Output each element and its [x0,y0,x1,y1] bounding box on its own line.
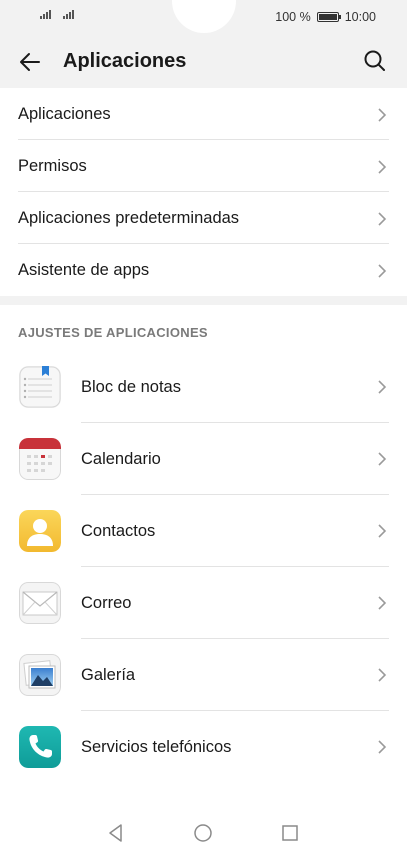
chevron-right-icon [378,740,387,754]
chevron-right-icon [378,108,387,122]
app-item-label: Bloc de notas [81,378,181,396]
signal-icon [40,10,51,19]
app-item-phone-services[interactable]: Servicios telefónicos [0,711,407,783]
main-menu-card: Aplicaciones Permisos Aplicaciones prede… [0,88,407,296]
notepad-icon [19,366,61,408]
app-item-label: Servicios telefónicos [81,738,232,756]
back-button[interactable] [17,49,43,75]
camera-notch [172,0,236,33]
app-item-label: Calendario [81,450,161,468]
nav-home-icon [194,824,212,842]
chevron-right-icon [378,452,387,466]
nav-back-icon [109,824,122,842]
menu-item-default-apps[interactable]: Aplicaciones predeterminadas [0,192,407,244]
app-item-gallery[interactable]: Galería [0,639,407,711]
app-item-contacts[interactable]: Contactos [0,495,407,567]
section-header: AJUSTES DE APLICACIONES [18,325,208,340]
app-settings-card: AJUSTES DE APLICACIONES Bloc de notas Ca… [0,305,407,798]
mail-icon [19,582,61,624]
menu-item-label: Asistente de apps [18,261,150,279]
battery-fill [318,14,337,20]
chevron-right-icon [378,596,387,610]
navigation-bar [0,798,407,860]
arrow-left-icon [20,53,40,71]
status-time: 10:00 [344,10,376,24]
nav-recents-button[interactable] [280,823,300,843]
status-bar: 100 % 10:00 [0,0,407,34]
app-item-mail[interactable]: Correo [0,567,407,639]
nav-recents-icon [282,825,298,841]
contacts-icon [19,510,61,552]
menu-item-label: Aplicaciones predeterminadas [18,209,240,227]
app-item-calendar[interactable]: Calendario [0,423,407,495]
menu-item-label: Aplicaciones [18,105,111,123]
battery-icon [316,12,341,22]
search-icon [364,50,385,71]
app-item-label: Correo [81,594,132,612]
chevron-right-icon [378,380,387,394]
app-item-notepad[interactable]: Bloc de notas [0,351,407,423]
page-title: Aplicaciones [63,50,187,72]
search-button[interactable] [362,48,388,74]
menu-item-aplicaciones[interactable]: Aplicaciones [0,88,407,140]
nav-home-button[interactable] [193,823,213,843]
battery-percent: 100 % [275,10,311,24]
app-item-label: Galería [81,666,136,684]
menu-item-label: Permisos [18,157,87,175]
chevron-right-icon [378,264,387,278]
gallery-icon [19,654,61,696]
chevron-right-icon [378,668,387,682]
nav-back-button[interactable] [106,823,126,843]
menu-item-app-assistant[interactable]: Asistente de apps [0,244,407,296]
app-item-label: Contactos [81,522,156,540]
chevron-right-icon [378,160,387,174]
phone-icon [19,726,61,768]
chevron-right-icon [378,212,387,226]
app-bar: Aplicaciones [0,34,407,88]
status-right: 100 % 10:00 [275,10,376,24]
menu-item-permisos[interactable]: Permisos [0,140,407,192]
calendar-icon [19,438,61,480]
chevron-right-icon [378,524,387,538]
signal-icon-2 [63,10,74,19]
